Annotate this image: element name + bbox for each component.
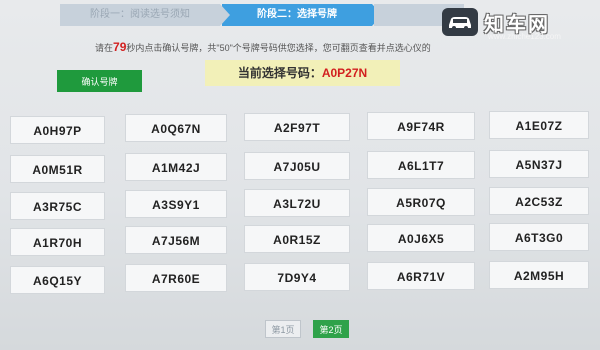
plate-option[interactable]: A7J56M bbox=[125, 226, 227, 254]
plate-option[interactable]: A0H97P bbox=[10, 116, 105, 144]
plate-option[interactable]: A3L72U bbox=[244, 189, 350, 217]
plate-option[interactable]: A9F74R bbox=[367, 112, 475, 140]
plate-option[interactable]: A2F97T bbox=[244, 113, 350, 141]
page-2-button[interactable]: 第2页 bbox=[313, 320, 349, 338]
plate-grid: A0H97P A0Q67N A2F97T A9F74R A1E07Z A0M51R A1M4… bbox=[0, 0, 600, 350]
plate-option[interactable]: A7R60E bbox=[125, 264, 227, 292]
plate-option[interactable]: A5R07Q bbox=[367, 188, 475, 216]
plate-option[interactable]: A0Q67N bbox=[125, 114, 227, 142]
plate-option[interactable]: A3R75C bbox=[10, 192, 105, 220]
plate-option[interactable]: A6L1T7 bbox=[367, 151, 475, 179]
plate-option[interactable]: A6R71V bbox=[367, 262, 475, 290]
plate-option[interactable]: A0R15Z bbox=[244, 225, 350, 253]
plate-option[interactable]: A2C53Z bbox=[489, 187, 589, 215]
plate-option[interactable]: A1E07Z bbox=[489, 111, 589, 139]
plate-option[interactable]: 7D9Y4 bbox=[244, 263, 350, 291]
plate-selection-screen: 阶段一：阅读选号须知 阶段二：选择号牌 知车网 www.zhiche123.co… bbox=[0, 0, 600, 350]
plate-option[interactable]: A3S9Y1 bbox=[125, 190, 227, 218]
plate-option[interactable]: A1M42J bbox=[125, 153, 227, 181]
plate-option[interactable]: A2M95H bbox=[489, 261, 589, 289]
plate-option[interactable]: A0M51R bbox=[10, 155, 105, 183]
plate-option[interactable]: A5N37J bbox=[489, 150, 589, 178]
page-1-button[interactable]: 第1页 bbox=[265, 320, 301, 338]
plate-option[interactable]: A1R70H bbox=[10, 228, 105, 256]
plate-option[interactable]: A7J05U bbox=[244, 152, 350, 180]
plate-option[interactable]: A6Q15Y bbox=[10, 266, 105, 294]
plate-option[interactable]: A6T3G0 bbox=[489, 223, 589, 251]
plate-option[interactable]: A0J6X5 bbox=[367, 224, 475, 252]
